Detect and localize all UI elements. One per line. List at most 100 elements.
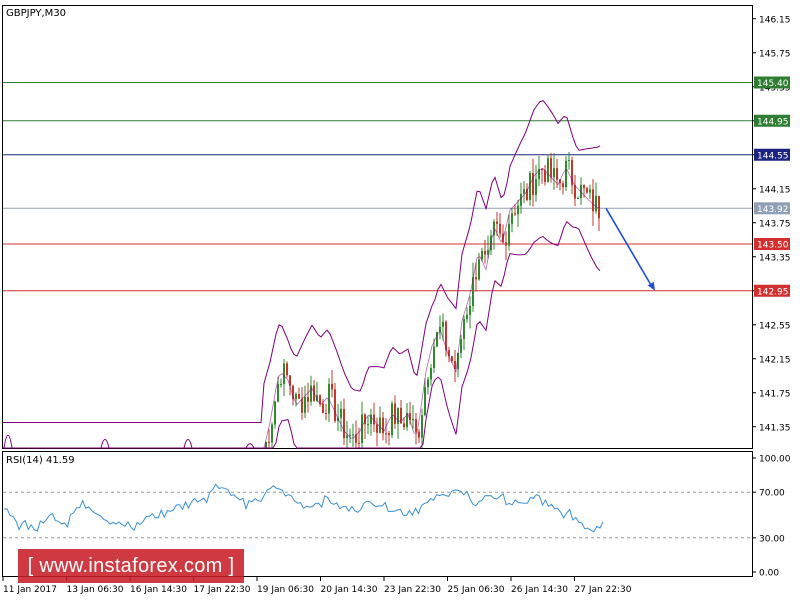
candle-body — [379, 417, 381, 433]
candle-body — [598, 195, 600, 219]
candle-body — [271, 424, 273, 443]
candle-body — [403, 423, 405, 428]
candle-body — [553, 168, 555, 178]
rsi-label: RSI(14) 41.59 — [6, 455, 75, 466]
candle-body — [325, 413, 327, 415]
rsi-y-tick-label: 100.00 — [759, 455, 791, 465]
level-badge-label: 142.95 — [757, 287, 789, 297]
candle-body — [514, 213, 516, 215]
candle-body — [307, 397, 309, 402]
candle-body — [523, 189, 525, 194]
candle-body — [421, 415, 423, 438]
candle-body — [277, 384, 279, 402]
candle-body — [298, 393, 300, 399]
candle-body — [433, 346, 435, 368]
candle-body — [505, 242, 507, 246]
candle-body — [358, 442, 360, 444]
candle-body — [586, 188, 588, 193]
candle-body — [415, 419, 417, 432]
price-y-tick-label: 146.15 — [759, 15, 791, 25]
candle-body — [568, 159, 570, 161]
x-tick-label: 27 Jan 22:30 — [575, 585, 632, 595]
candle-body — [424, 387, 426, 416]
rsi-y-tick-label: 0.00 — [759, 569, 779, 579]
candle-body — [508, 223, 510, 246]
candle-body — [520, 193, 522, 206]
level-badge-label: 144.95 — [757, 117, 789, 127]
candle-body — [412, 419, 414, 421]
candle-body — [385, 433, 387, 435]
candle-body — [430, 367, 432, 380]
candle-body — [550, 158, 552, 178]
candle-body — [595, 195, 597, 212]
candle-body — [394, 403, 396, 424]
candle-body — [268, 441, 270, 443]
price-y-tick-label: 144.15 — [759, 185, 791, 195]
candle-body — [511, 213, 513, 224]
candle-body — [469, 306, 471, 315]
candle-body — [352, 434, 354, 436]
price-y-tick-label: 141.35 — [759, 423, 791, 433]
candle-body — [565, 160, 567, 188]
x-tick-label: 16 Jan 14:30 — [130, 585, 187, 595]
candle-body — [484, 250, 486, 255]
candle-body — [517, 205, 519, 215]
candle-body — [496, 221, 498, 224]
candle-body — [466, 314, 468, 320]
x-tick-label: 20 Jan 14:30 — [321, 585, 378, 595]
candle-body — [391, 403, 393, 436]
level-badge-label: 143.92 — [757, 205, 789, 215]
candle-body — [343, 408, 345, 439]
level-badge-label: 144.55 — [757, 151, 789, 161]
candle-body — [475, 277, 477, 280]
candle-body — [301, 398, 303, 413]
candle-body — [535, 179, 537, 195]
candle-body — [286, 363, 288, 376]
rsi-y-tick-label: 30.00 — [759, 534, 785, 544]
price-pane-frame — [2, 5, 753, 449]
candle-body — [577, 197, 579, 199]
x-tick-label: 11 Jan 2017 — [3, 585, 57, 595]
price-y-tick-label: 142.55 — [759, 321, 791, 331]
x-tick-label: 17 Jan 22:30 — [194, 585, 251, 595]
candle-body — [334, 389, 336, 422]
price-y-tick-label: 143.35 — [759, 253, 791, 263]
x-tick-label: 23 Jan 22:30 — [384, 585, 441, 595]
candle-body — [328, 383, 330, 414]
candle-body — [562, 183, 564, 188]
price-y-tick-label: 141.75 — [759, 389, 791, 399]
x-tick-label: 19 Jan 06:30 — [257, 585, 314, 595]
x-tick-label: 26 Jan 14:30 — [511, 585, 568, 595]
candle-body — [574, 185, 576, 199]
chart-canvas: 146.15145.75145.35144.95144.55144.15143.… — [2, 5, 791, 595]
candle-body — [346, 435, 348, 439]
candle-body — [592, 189, 594, 212]
candle-body — [499, 223, 501, 234]
candle-body — [295, 393, 297, 400]
candle-body — [310, 385, 312, 402]
candle-body — [274, 401, 276, 425]
candle-body — [544, 170, 546, 182]
candle-body — [340, 408, 342, 418]
candle-body — [463, 319, 465, 339]
x-tick-label: 25 Jan 06:30 — [448, 585, 505, 595]
candle-body — [427, 379, 429, 388]
candle-body — [388, 433, 390, 436]
candle-body — [481, 250, 483, 260]
candle-body — [478, 259, 480, 280]
candle-body — [349, 434, 351, 436]
candle-body — [376, 424, 378, 433]
candle-body — [589, 189, 591, 193]
candle-body — [283, 363, 285, 385]
rsi-y-tick-label: 70.00 — [759, 489, 785, 499]
candle-body — [460, 338, 462, 353]
candle-body — [439, 326, 441, 333]
candle-body — [583, 184, 585, 189]
price-y-tick-label: 145.75 — [759, 49, 791, 59]
price-y-tick-label: 142.15 — [759, 355, 791, 365]
candle-body — [442, 321, 444, 327]
candle-body — [556, 168, 558, 180]
candle-body — [451, 356, 453, 362]
symbol-label: GBPJPY,M30 — [6, 8, 66, 19]
candle-body — [331, 383, 333, 390]
